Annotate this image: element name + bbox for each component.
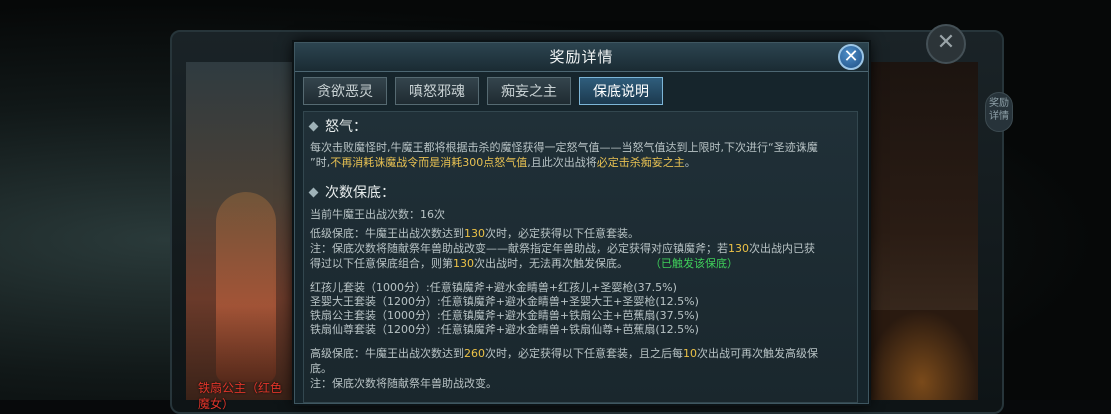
tab-greed-spirit[interactable]: 贪欲恶灵 [303,77,387,105]
rage-paragraph-line1: 每次击败魔怪时,牛魔王都将根据击杀的魔怪获得一定怒气值——当怒气值达到上限时,下… [310,141,818,154]
pity-note-line2: 得过以下任意保底组合，则第130次出战时，无法再次触发保底。 （已触发该保底） [310,257,738,270]
high-pity-line: 高级保底：牛魔王出战次数达到260次时，必定获得以下任意套装，且之后每10次出战… [310,347,818,360]
lava-glow [866,310,978,400]
set-item: 圣婴大王套装（1200分）:任意镇魔斧+避水金睛兽+圣婴大王+圣婴枪(12.5%… [310,295,699,308]
right-scene-art [866,62,978,400]
content-panel[interactable]: 怒气： 每次击败魔怪时,牛魔王都将根据击杀的魔怪获得一定怒气值——当怒气值达到上… [303,111,858,403]
dialog-title: 奖励详情 [549,48,614,66]
side-tab-reward-details[interactable]: 奖励 详情 [985,92,1013,132]
background-window-title [500,20,610,36]
current-count: 当前牛魔王出战次数：16次 [310,208,445,221]
high-pity-interval: 10 [683,347,697,360]
rage-highlight-cost: 不再消耗诛魔战令而是消耗300点怒气值 [330,156,528,169]
reward-details-dialog: 奖励详情 ✕ 贪欲恶灵 嗔怒邪魂 痴妄之主 保底说明 怒气： 每次击败魔怪时,牛… [294,42,869,404]
section-rage-heading: 怒气： [308,118,367,136]
note-number: 130 [728,242,749,255]
pity-note-line1: 注：保底次数将随献祭年兽助战改变——献祭指定年兽助战，必定获得对应镇魔斧；若13… [310,242,815,255]
background-close-icon[interactable]: ✕ [926,24,966,64]
rage-highlight-kill: 必定击杀痴妄之主 [596,156,685,169]
set-item: 红孩儿套装（1000分）:任意镇魔斧+避水金睛兽+红孩儿+圣婴枪(37.5%) [310,281,677,294]
section-heading-text: 次数保底： [325,185,395,201]
character-figure [216,192,276,382]
diamond-bullet-icon [308,187,319,198]
high-pity-number: 260 [464,347,485,360]
tab-wrath-soul[interactable]: 嗔怒邪魂 [395,77,479,105]
note-number: 130 [453,257,474,270]
high-pity-line2: 底。 [310,362,332,375]
left-character-art: 铁扇公主（红色 魔女） [186,62,298,411]
close-icon[interactable]: ✕ [838,44,864,70]
section-heading-text: 怒气： [325,119,367,135]
low-pity-number: 130 [464,227,485,240]
dialog-titlebar: 奖励详情 ✕ [295,43,868,72]
triggered-badge: （已触发该保底） [650,257,738,270]
tab-pity-info[interactable]: 保底说明 [579,77,663,105]
tab-delusion-lord[interactable]: 痴妄之主 [487,77,571,105]
character-name-label: 铁扇公主（红色 魔女） [198,381,283,411]
low-pity-line: 低级保底：牛魔王出战次数达到130次时，必定获得以下任意套装。 [310,227,639,240]
rage-paragraph-line2: ”时,不再消耗诛魔战令而是消耗300点怒气值,且此次出战将必定击杀痴妄之主。 [310,156,696,169]
diamond-bullet-icon [308,121,319,132]
set-item: 铁扇仙尊套装（1200分）:任意镇魔斧+避水金睛兽+铁扇仙尊+芭蕉扇(12.5%… [310,323,699,336]
set-item: 铁扇公主套装（1000分）:任意镇魔斧+避水金睛兽+铁扇公主+芭蕉扇(37.5%… [310,309,699,322]
section-pity-heading: 次数保底： [308,184,395,202]
pity-note-line3: 注：保底次数将随献祭年兽助战改变。 [310,377,497,390]
